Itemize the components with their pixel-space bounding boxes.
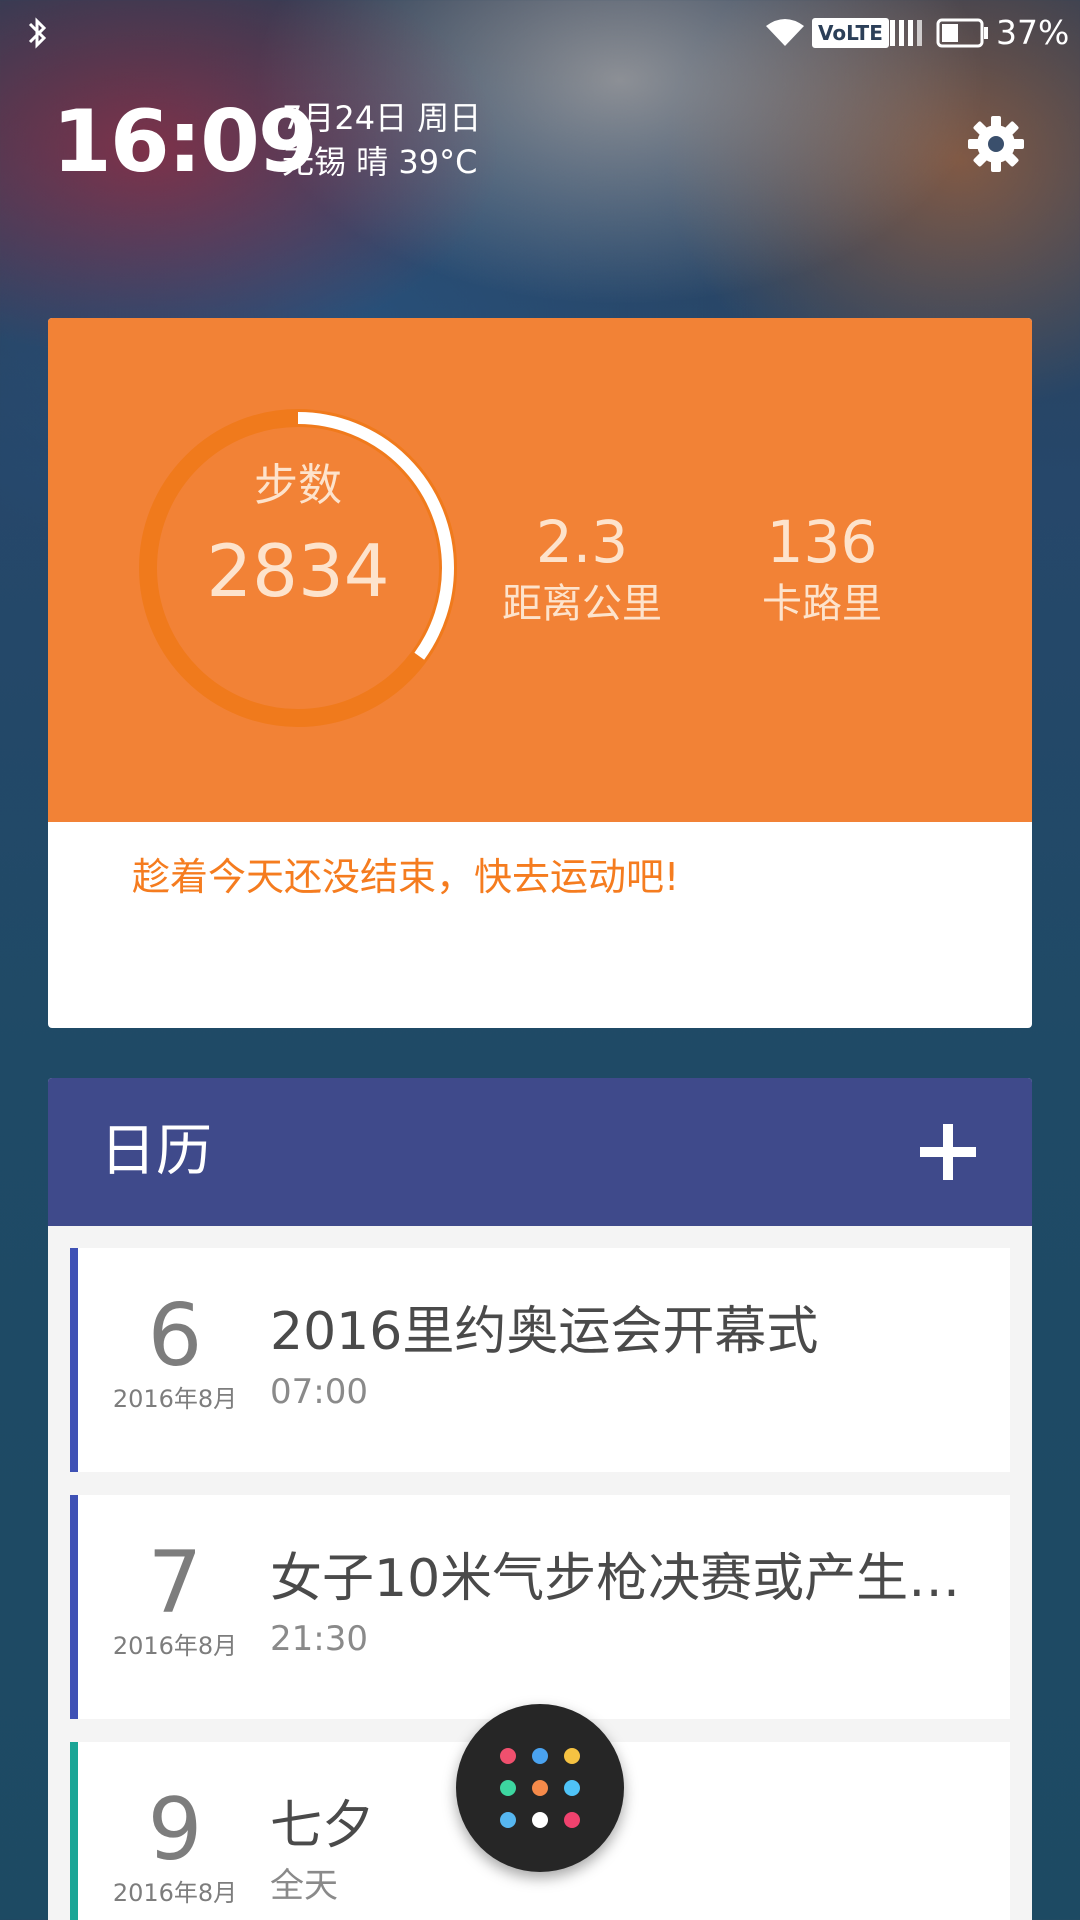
app-drawer-dot	[532, 1748, 548, 1764]
event-day: 9	[147, 1780, 203, 1880]
calendar-header: 日历	[48, 1078, 1032, 1226]
calories-label: 卡路里	[762, 581, 882, 627]
app-drawer-dot	[532, 1812, 548, 1828]
signal-icon	[890, 20, 922, 46]
distance-stat: 2.3 距离公里	[472, 506, 692, 630]
steps-label: 步数	[254, 460, 342, 511]
add-event-button[interactable]	[910, 1114, 986, 1190]
clock-time: 16:09	[52, 92, 318, 192]
event-month: 2016年8月	[112, 1385, 238, 1413]
app-drawer-button[interactable]	[456, 1704, 624, 1872]
app-drawer-dot	[564, 1812, 580, 1828]
app-drawer-dot	[500, 1812, 516, 1828]
event-color-bar	[70, 1248, 78, 1472]
app-drawer-dot	[500, 1748, 516, 1764]
event-color-bar	[70, 1495, 78, 1719]
plus-icon	[920, 1124, 976, 1180]
bluetooth-icon	[28, 17, 47, 49]
battery-percentage: 37%	[996, 13, 1070, 52]
app-drawer-dot	[564, 1780, 580, 1796]
app-drawer-dot	[532, 1780, 548, 1796]
steps-value: 2834	[206, 529, 390, 613]
event-time: 全天	[270, 1866, 338, 1906]
event-title: 七夕	[270, 1796, 375, 1856]
status-bar: VoLTE 37%	[0, 0, 1080, 66]
gear-icon	[968, 116, 1024, 172]
distance-label: 距离公里	[502, 581, 662, 627]
calendar-title: 日历	[100, 1119, 212, 1184]
weather-text: 无锡 晴 39°C	[282, 143, 478, 181]
event-title: 2016里约奥运会开幕式	[270, 1302, 819, 1362]
event-title: 女子10米气步枪决赛或产生…	[270, 1549, 961, 1609]
battery-icon	[936, 18, 988, 48]
app-drawer-dot	[500, 1780, 516, 1796]
calories-value: 136	[766, 508, 878, 576]
event-color-bar	[70, 1742, 78, 1920]
event-day: 6	[147, 1286, 203, 1386]
date-text: 7月24日 周日	[282, 99, 482, 137]
calendar-event[interactable]: 7 2016年8月 女子10米气步枪决赛或产生… 21:30	[70, 1495, 1010, 1719]
calories-stat: 136 卡路里	[712, 506, 932, 630]
distance-value: 2.3	[535, 508, 629, 576]
settings-button[interactable]	[958, 106, 1034, 182]
event-time: 07:00	[270, 1372, 368, 1412]
event-day: 7	[147, 1533, 203, 1633]
wifi-icon	[766, 19, 804, 46]
steps-summary: 步数 2834 2.3 距离公里 136 卡路里	[48, 318, 1032, 822]
calendar-event[interactable]: 6 2016年8月 2016里约奥运会开幕式 07:00	[70, 1248, 1010, 1472]
steps-encouragement: 趁着今天还没结束，快去运动吧!	[132, 855, 680, 899]
app-drawer-dot	[564, 1748, 580, 1764]
steps-card[interactable]: 步数 2834 2.3 距离公里 136 卡路里 趁着今天还没结束，快去运动吧!	[48, 318, 1032, 1028]
event-time: 21:30	[270, 1619, 368, 1659]
event-month: 2016年8月	[112, 1632, 238, 1660]
event-month: 2016年8月	[112, 1879, 238, 1907]
volte-badge: VoLTE	[812, 18, 889, 48]
